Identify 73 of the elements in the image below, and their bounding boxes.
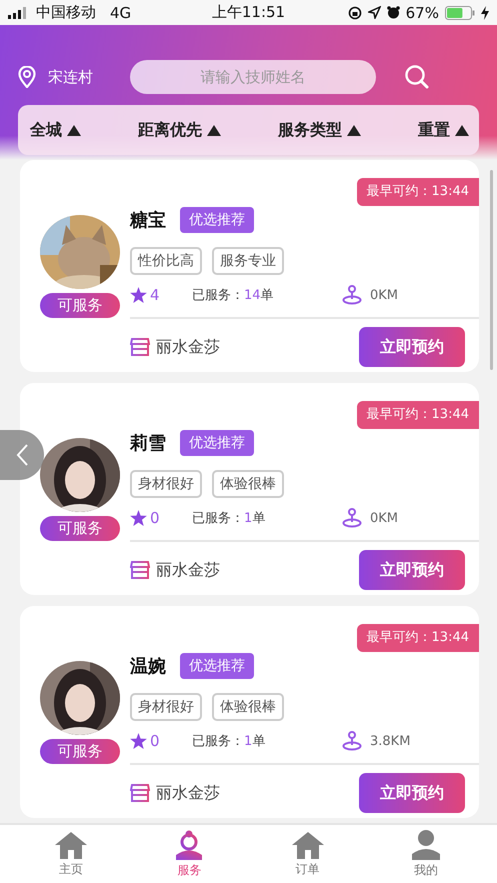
map-pin-icon: [342, 285, 362, 305]
alarm-icon: [386, 6, 400, 19]
chevron-left-icon: [15, 443, 29, 467]
person-icon: [175, 830, 204, 860]
star-icon: [130, 733, 147, 749]
house-icon: [290, 830, 325, 858]
feature-tag: 服务专业: [212, 247, 284, 275]
carrier-name: 中国移动: [36, 3, 96, 22]
shop-name: 丽水金莎: [156, 782, 220, 804]
battery-icon: [444, 6, 475, 20]
search-field[interactable]: 请输入技师姓名: [130, 60, 376, 94]
network-type: 4G: [110, 4, 132, 22]
tab-item[interactable]: 主页: [12, 825, 130, 883]
rotation-lock-icon: [348, 6, 362, 20]
served-count: 已服务：1单: [192, 510, 266, 527]
recommend-badge: 优选推荐: [180, 653, 254, 679]
technician-name: 莉雪: [130, 432, 166, 455]
tab-item[interactable]: 服务: [130, 825, 248, 883]
star-icon: [130, 510, 147, 526]
caret-icon: [347, 124, 361, 136]
feature-tag: 体验很棒: [212, 693, 284, 721]
clock-time: 上午11:51: [212, 3, 286, 21]
technician-name: 温婉: [130, 655, 166, 678]
shop-name: 丽水金莎: [156, 560, 220, 580]
location-pin-icon: [18, 66, 36, 88]
distance-text: 3.8KM: [370, 734, 410, 748]
earliest-time-badge: 最早可约：13:44: [356, 401, 479, 429]
distance-text: 0KM: [370, 288, 398, 302]
earliest-time-badge: 最早可约：13:44: [356, 178, 479, 206]
house-icon: [54, 830, 88, 858]
search-icon[interactable]: [404, 65, 430, 89]
caret-icon: [455, 124, 469, 136]
status-badge: 可服务: [40, 293, 120, 318]
feature-tag: 身材很好: [130, 470, 202, 498]
location-arrow-icon: [368, 6, 381, 19]
tab-item[interactable]: 我的: [366, 825, 485, 883]
book-now-button[interactable]: 立即预约: [359, 550, 465, 590]
rating-value: 4: [150, 286, 160, 304]
battery-percent: 67%: [406, 4, 439, 22]
recommend-badge: 优选推荐: [180, 430, 254, 456]
location-text[interactable]: 宋连村: [48, 68, 120, 86]
caret-icon: [67, 124, 81, 136]
filter-dropdown[interactable]: 服务类型: [278, 120, 361, 140]
status-badge: 可服务: [40, 516, 120, 541]
filter-dropdown[interactable]: 距离优先: [138, 120, 221, 140]
shop-icon: [130, 338, 150, 356]
shop-icon: [130, 784, 150, 802]
tab-item[interactable]: 订单: [248, 825, 367, 883]
feature-tag: 性价比高: [130, 247, 202, 275]
recommend-badge: 优选推荐: [180, 207, 254, 233]
rating-value: 0: [150, 732, 160, 750]
filter-dropdown[interactable]: 全城: [30, 120, 81, 140]
shop-icon: [130, 561, 150, 579]
book-now-button[interactable]: 立即预约: [359, 773, 465, 813]
star-icon: [130, 287, 147, 303]
map-pin-icon: [342, 508, 362, 528]
feature-tag: 体验很棒: [212, 470, 284, 498]
caret-icon: [207, 124, 221, 136]
charging-icon: [480, 6, 489, 20]
earliest-time-badge: 最早可约：13:44: [356, 624, 479, 652]
back-button[interactable]: [0, 430, 44, 480]
technician-name: 糖宝: [130, 209, 166, 232]
served-count: 已服务：1单: [192, 733, 266, 750]
map-pin-icon: [342, 731, 362, 751]
user-icon: [412, 830, 440, 860]
rating-value: 0: [150, 509, 160, 527]
status-badge: 可服务: [40, 739, 120, 764]
book-now-button[interactable]: 立即预约: [359, 327, 465, 367]
feature-tag: 身材很好: [130, 693, 202, 721]
distance-text: 0KM: [370, 510, 398, 526]
filter-dropdown[interactable]: 重置: [418, 120, 469, 140]
shop-name: 丽水金莎: [156, 336, 220, 358]
served-count: 已服务：14单: [192, 287, 275, 304]
